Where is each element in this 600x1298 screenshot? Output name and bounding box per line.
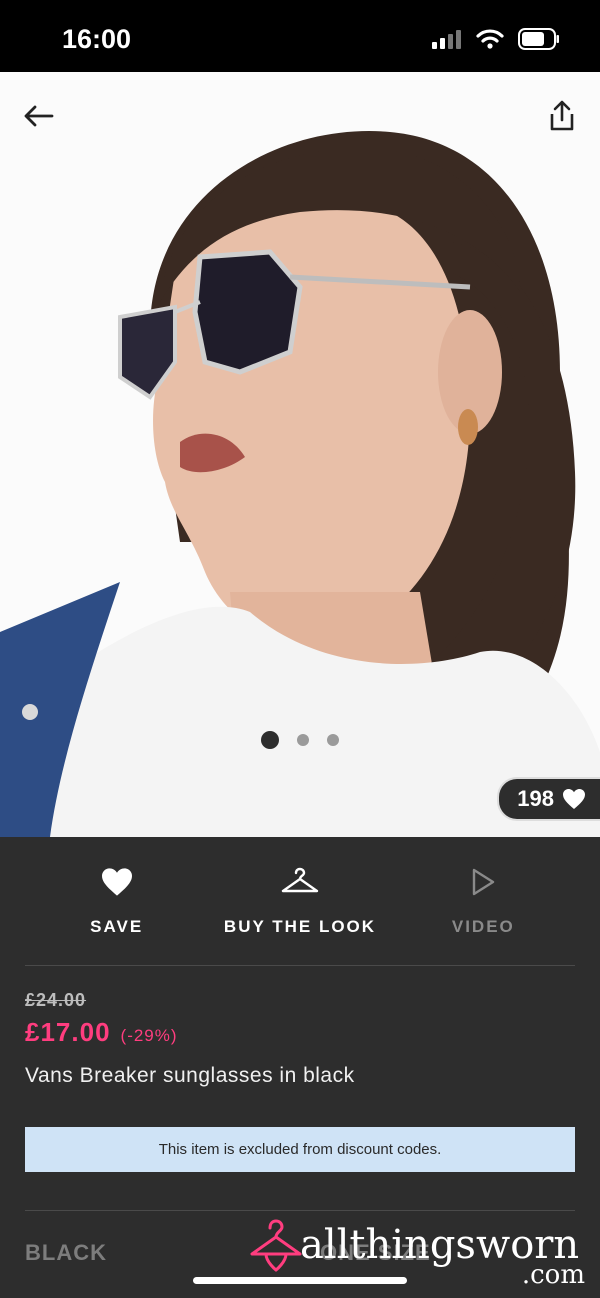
- colour-selector[interactable]: BLACK: [25, 1240, 107, 1266]
- status-time: 16:00: [62, 24, 132, 54]
- carousel-dot-1[interactable]: [261, 731, 279, 749]
- carousel-dot-2[interactable]: [297, 734, 309, 746]
- model-wearing-sunglasses-illustration: [0, 72, 600, 837]
- buy-the-look-button[interactable]: BUY THE LOOK: [208, 837, 391, 965]
- product-actions: SAVE BUY THE LOOK VIDEO: [25, 837, 575, 966]
- buy-the-look-label: BUY THE LOOK: [223, 917, 377, 936]
- product-image[interactable]: 198: [0, 72, 600, 837]
- play-icon: [473, 868, 495, 896]
- share-button[interactable]: [542, 96, 582, 136]
- sale-price: £17.00: [25, 1017, 111, 1047]
- save-button[interactable]: SAVE: [25, 837, 208, 965]
- carousel-indicator: [0, 731, 600, 749]
- video-button[interactable]: VIDEO: [392, 837, 575, 965]
- video-label: VIDEO: [451, 917, 515, 936]
- carousel-dot-3[interactable]: [327, 734, 339, 746]
- arrow-left-icon: [24, 105, 54, 127]
- status-bar: 16:00: [0, 0, 600, 72]
- share-icon: [550, 100, 574, 131]
- product-title: Vans Breaker sunglasses in black: [25, 1064, 355, 1087]
- discount-exclusion-notice: This item is excluded from discount code…: [25, 1127, 575, 1172]
- watermark-tld: .com: [521, 1260, 585, 1290]
- status-icons: [432, 28, 560, 50]
- cellular-signal-icon: [432, 30, 461, 49]
- back-button[interactable]: [18, 96, 58, 136]
- discount-percentage: (-29%): [120, 1026, 178, 1045]
- original-price: £24.00: [25, 990, 87, 1010]
- wifi-icon: [476, 29, 504, 49]
- heart-icon: [563, 789, 585, 809]
- save-label: SAVE: [90, 917, 144, 936]
- likes-count: 198: [517, 786, 554, 811]
- home-indicator[interactable]: [193, 1277, 407, 1284]
- price-block: £24.00 £17.00 (-29%) Vans Breaker sungla…: [25, 990, 355, 1088]
- divider: [25, 1210, 575, 1211]
- likes-badge[interactable]: 198: [497, 777, 600, 821]
- hanger-icon: [281, 867, 319, 893]
- hanger-logo-icon: [250, 1219, 302, 1272]
- heart-icon: [101, 868, 132, 896]
- battery-icon: [518, 28, 559, 50]
- sale-price-row: £17.00 (-29%): [25, 1017, 355, 1048]
